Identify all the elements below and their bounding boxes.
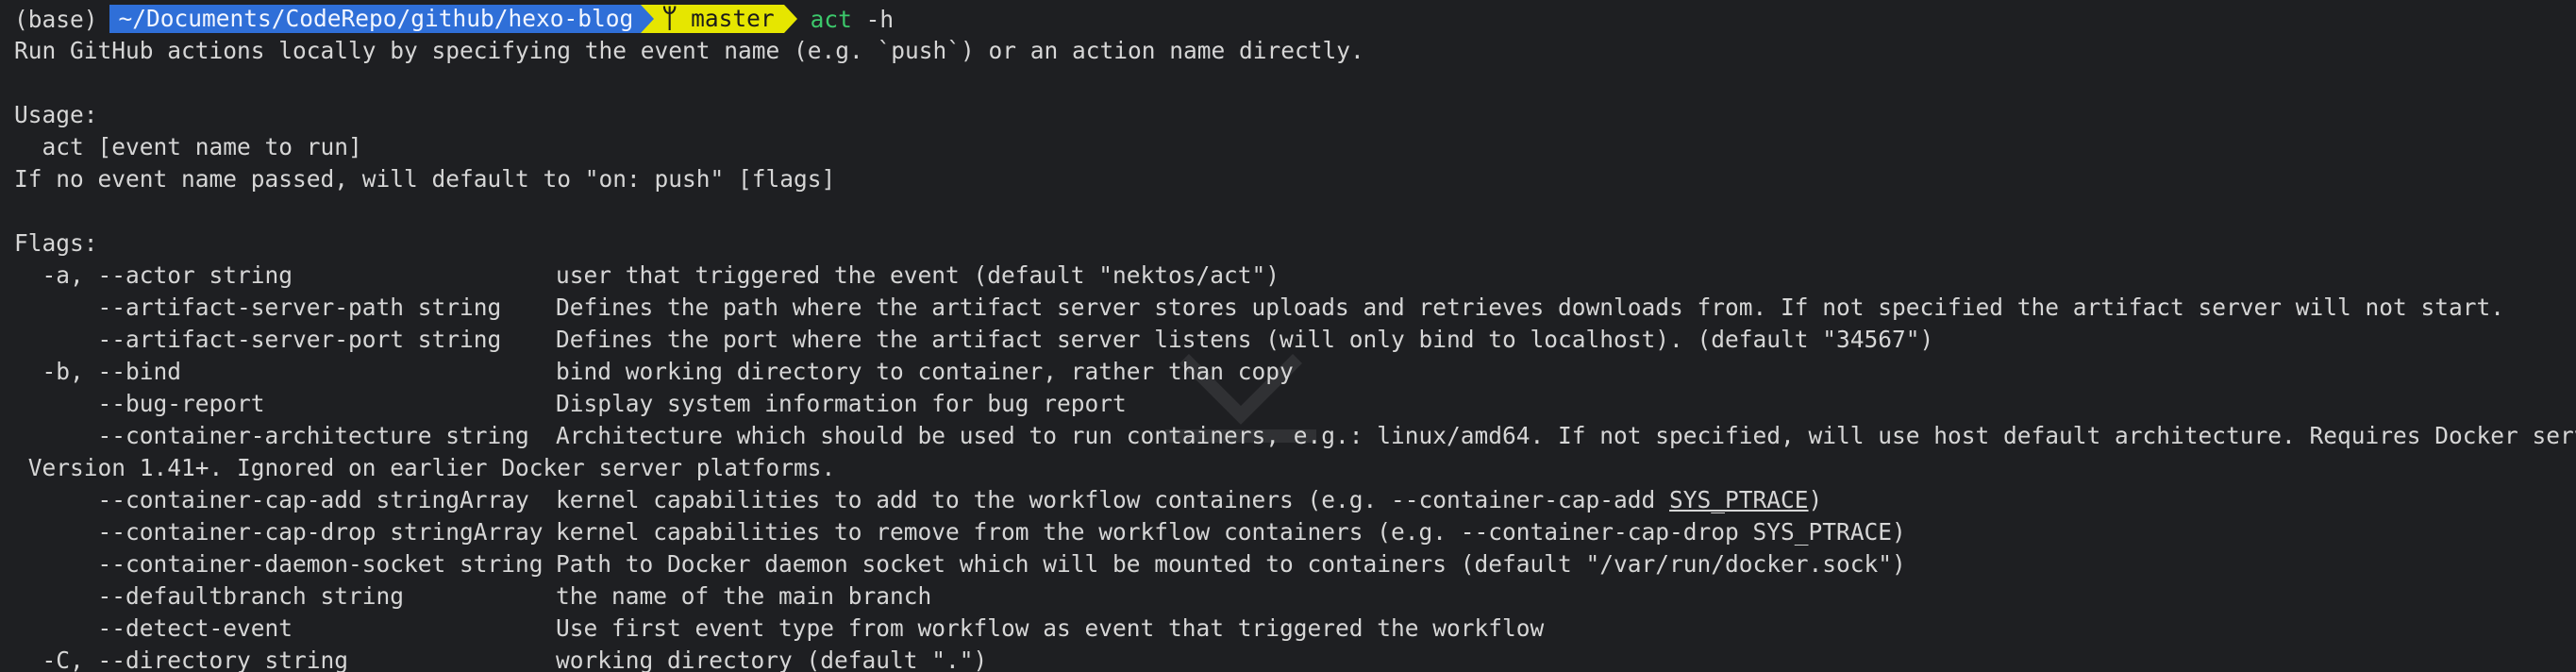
flag-name: --bug-report	[14, 390, 265, 417]
powerline-separator-icon	[641, 5, 655, 33]
flag-desc-continuation: Version 1.41+. Ignored on earlier Docker…	[14, 454, 836, 481]
flag-desc: user that triggered the event (default "…	[556, 261, 1280, 289]
command-name: act	[810, 5, 852, 33]
flag-name: -a, --actor string	[14, 261, 293, 289]
command-args-text: -h	[865, 5, 895, 33]
flag-desc: the name of the main branch	[556, 582, 932, 610]
conda-env-label: (base)	[14, 5, 98, 33]
flag-name: --detect-event	[14, 614, 293, 642]
flag-name: --artifact-server-port string	[14, 326, 502, 353]
prompt-git-segment: ᛘ master	[654, 3, 784, 34]
flag-name: --container-cap-drop stringArray	[14, 518, 544, 546]
flag-name: --container-cap-add stringArray	[14, 486, 529, 513]
flag-desc-text: kernel capabilities to add to the workfl…	[556, 486, 1670, 513]
flag-desc: kernel capabilities to add to the workfl…	[556, 484, 1822, 516]
flag-desc-text: )	[1808, 486, 1823, 513]
flag-name: -C, --directory string	[14, 647, 349, 672]
default-note: If no event name passed, will default to…	[14, 165, 836, 193]
command-args: -h	[852, 5, 895, 33]
terminal-window[interactable]: (base) ~/Documents/CodeRepo/github/hexo-…	[0, 0, 2576, 672]
flag-desc: Use first event type from workflow as ev…	[556, 614, 1545, 642]
powerline-separator-icon	[783, 5, 797, 33]
flag-desc: bind working directory to container, rat…	[556, 358, 1294, 385]
git-branch-name: master	[691, 5, 775, 32]
flag-desc: Architecture which should be used to run…	[556, 422, 2576, 449]
flag-name: --defaultbranch string	[14, 582, 405, 610]
flag-desc: kernel capabilities to remove from the w…	[556, 518, 1906, 546]
intro-text: Run GitHub actions locally by specifying…	[14, 37, 1364, 64]
prompt-path-segment: ~/Documents/CodeRepo/github/hexo-blog	[109, 5, 642, 33]
flag-desc-link[interactable]: SYS_PTRACE	[1669, 486, 1809, 513]
flag-name: --container-daemon-socket string	[14, 550, 544, 578]
git-branch-icon: ᛘ	[661, 3, 678, 34]
flag-desc: Path to Docker daemon socket which will …	[556, 550, 1906, 578]
flag-desc: Defines the port where the artifact serv…	[556, 326, 1934, 353]
usage-line: act [event name to run]	[14, 133, 362, 160]
flag-desc: Defines the path where the artifact serv…	[556, 294, 2505, 321]
shell-prompt: (base) ~/Documents/CodeRepo/github/hexo-…	[14, 3, 894, 35]
flag-desc: working directory (default ".")	[556, 647, 988, 672]
flag-desc: Display system information for bug repor…	[556, 390, 1127, 417]
usage-header: Usage:	[14, 101, 98, 128]
flag-name: --container-architecture string	[14, 422, 529, 449]
flags-header: Flags:	[14, 229, 98, 257]
flag-name: -b, --bind	[14, 358, 182, 385]
flag-name: --artifact-server-path string	[14, 294, 502, 321]
